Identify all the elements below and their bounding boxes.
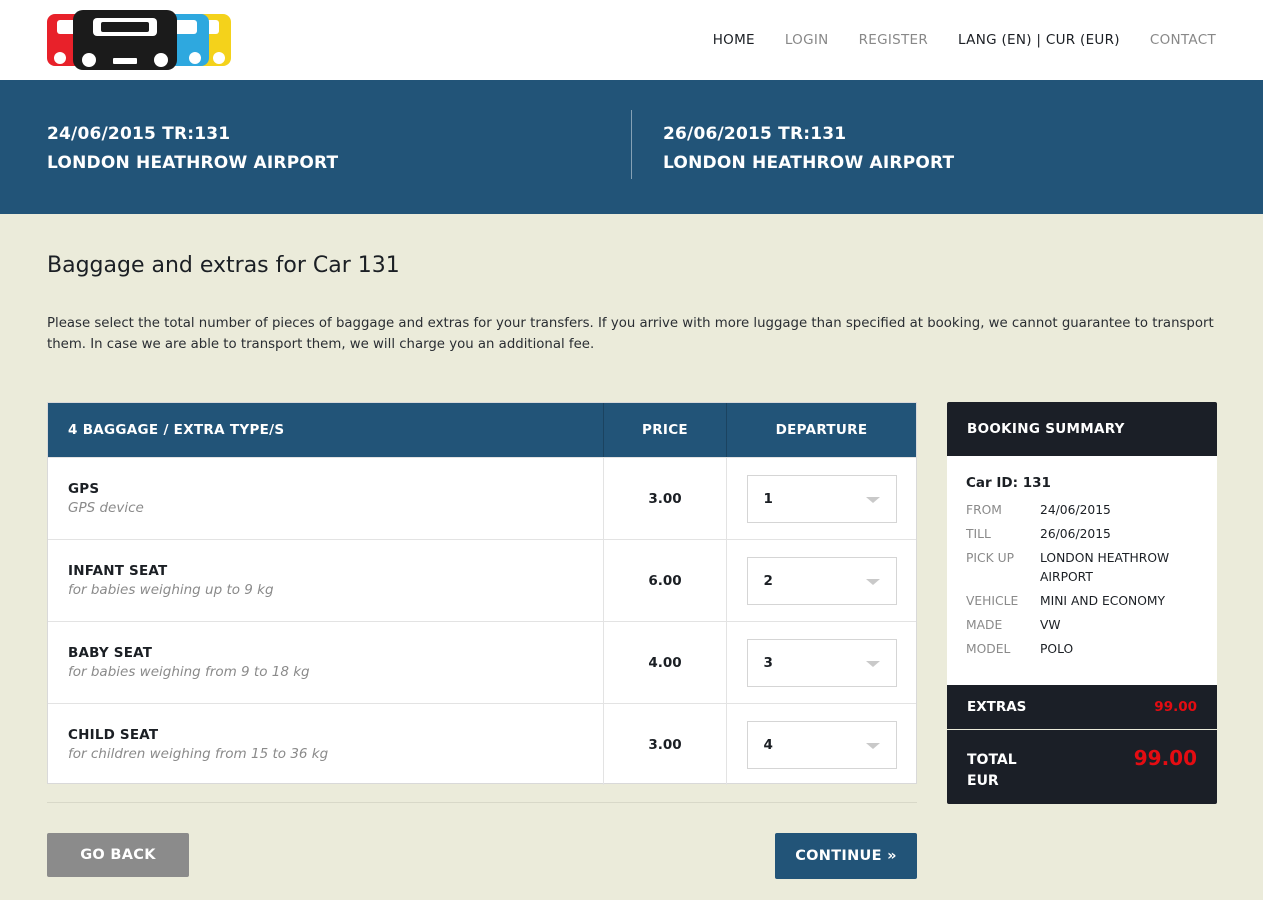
total-label-line: TOTAL <box>967 752 1017 768</box>
chevron-down-icon <box>865 660 880 667</box>
table-row: INFANT SEAT for babies weighing up to 9 … <box>48 539 916 621</box>
return-trip: 26/06/2015 TR:131 LONDON HEATHROW AIRPOR… <box>663 120 954 178</box>
extra-description: for babies weighing from 9 to 18 kg <box>68 664 310 680</box>
outbound-date: 24/06/2015 TR:131 <box>47 124 231 144</box>
summary-label: MODEL <box>966 642 1011 656</box>
outbound-location: LONDON HEATHROW AIRPORT <box>47 153 339 173</box>
summary-label: MADE <box>966 618 1003 632</box>
extra-price: 3.00 <box>603 458 726 539</box>
table-row: CHILD SEAT for children weighing from 15… <box>48 703 916 785</box>
extra-name: INFANT SEAT <box>68 563 168 579</box>
outbound-trip: 24/06/2015 TR:131 LONDON HEATHROW AIRPOR… <box>47 120 338 178</box>
quantity-select[interactable]: 4 <box>746 720 897 769</box>
extra-description: for babies weighing up to 9 kg <box>68 582 274 598</box>
divider <box>47 802 917 803</box>
trip-divider <box>631 110 632 179</box>
summary-value: MINI AND ECONOMY <box>1040 594 1165 608</box>
quantity-select[interactable]: 2 <box>746 556 897 605</box>
chevron-down-icon <box>865 496 880 503</box>
summary-made: MADE VW <box>966 616 1198 635</box>
summary-title: BOOKING SUMMARY <box>947 402 1217 456</box>
nav-language-currency[interactable]: LANG (EN) | CUR (EUR) <box>958 32 1120 48</box>
extras-table: 4 BAGGAGE / EXTRA TYPE/S PRICE DEPARTURE… <box>47 402 917 785</box>
summary-body: Car ID: 131 FROM 24/06/2015 TILL 26/06/2… <box>947 456 1217 685</box>
summary-value: LONDON HEATHROW AIRPORT <box>1040 551 1170 584</box>
extra-name: CHILD SEAT <box>68 727 159 743</box>
table-row: GPS GPS device 3.00 1 <box>48 457 916 539</box>
trip-banner: 24/06/2015 TR:131 LONDON HEATHROW AIRPOR… <box>0 80 1263 214</box>
quantity-value: 3 <box>763 654 773 671</box>
summary-value: VW <box>1040 618 1061 632</box>
quantity-select[interactable]: 3 <box>746 638 897 687</box>
summary-label: PICK UP <box>966 551 1015 565</box>
table-row: BABY SEAT for babies weighing from 9 to … <box>48 621 916 703</box>
header-departure: DEPARTURE <box>726 403 916 457</box>
nav-register[interactable]: REGISTER <box>859 32 928 48</box>
quantity-value: 1 <box>763 490 773 507</box>
go-back-button[interactable]: GO BACK <box>47 833 189 877</box>
summary-till: TILL 26/06/2015 <box>966 525 1198 544</box>
summary-label: VEHICLE <box>966 594 1019 608</box>
summary-pickup: PICK UP LONDON HEATHROW AIRPORT <box>966 549 1198 587</box>
summary-from: FROM 24/06/2015 <box>966 501 1198 520</box>
intro-text: Please select the total number of pieces… <box>47 316 1214 352</box>
extra-description: for children weighing from 15 to 36 kg <box>68 746 329 762</box>
quantity-value: 2 <box>763 572 773 589</box>
extra-name: BABY SEAT <box>68 645 153 661</box>
extra-price: 4.00 <box>603 622 726 703</box>
summary-vehicle: VEHICLE MINI AND ECONOMY <box>966 592 1198 611</box>
summary-extras: EXTRAS 99.00 <box>947 685 1217 729</box>
nav-login[interactable]: LOGIN <box>785 32 829 48</box>
summary-value: POLO <box>1040 642 1074 656</box>
booking-summary: BOOKING SUMMARY Car ID: 131 FROM 24/06/2… <box>947 402 1217 804</box>
summary-value: 26/06/2015 <box>1040 527 1111 541</box>
extra-name: GPS <box>68 481 100 497</box>
continue-button[interactable]: CONTINUE » <box>775 833 917 879</box>
chevron-down-icon <box>865 578 880 585</box>
quantity-value: 4 <box>763 736 773 753</box>
header-price: PRICE <box>603 403 726 457</box>
summary-model: MODEL POLO <box>966 640 1198 659</box>
page-title: Baggage and extras for Car 131 <box>47 253 400 278</box>
quantity-select[interactable]: 1 <box>746 474 897 523</box>
return-location: LONDON HEATHROW AIRPORT <box>663 153 955 173</box>
cars-logo[interactable] <box>47 10 233 70</box>
return-date: 26/06/2015 TR:131 <box>663 124 847 144</box>
extra-description: GPS device <box>68 500 144 516</box>
total-label: TOTAL EUR <box>967 750 1017 804</box>
table-header: 4 BAGGAGE / EXTRA TYPE/S PRICE DEPARTURE <box>48 403 916 457</box>
summary-total: TOTAL EUR 99.00 <box>947 730 1217 804</box>
extra-price: 3.00 <box>603 704 726 785</box>
summary-car-id: Car ID: 131 <box>966 475 1051 491</box>
total-amount: 99.00 <box>1133 746 1197 770</box>
nav-home[interactable]: HOME <box>713 32 755 48</box>
summary-label: FROM <box>966 503 1002 517</box>
extras-label: EXTRAS <box>967 699 1027 715</box>
main-nav: HOME LOGIN REGISTER LANG (EN) | CUR (EUR… <box>683 0 1216 80</box>
total-currency: EUR <box>967 773 999 789</box>
nav-contact[interactable]: CONTACT <box>1150 32 1216 48</box>
header-type: 4 BAGGAGE / EXTRA TYPE/S <box>68 422 285 438</box>
site-header: HOME LOGIN REGISTER LANG (EN) | CUR (EUR… <box>0 0 1263 80</box>
extras-amount: 99.00 <box>1154 699 1197 715</box>
summary-value: 24/06/2015 <box>1040 503 1111 517</box>
chevron-down-icon <box>865 742 880 749</box>
summary-label: TILL <box>966 527 991 541</box>
extra-price: 6.00 <box>603 540 726 621</box>
